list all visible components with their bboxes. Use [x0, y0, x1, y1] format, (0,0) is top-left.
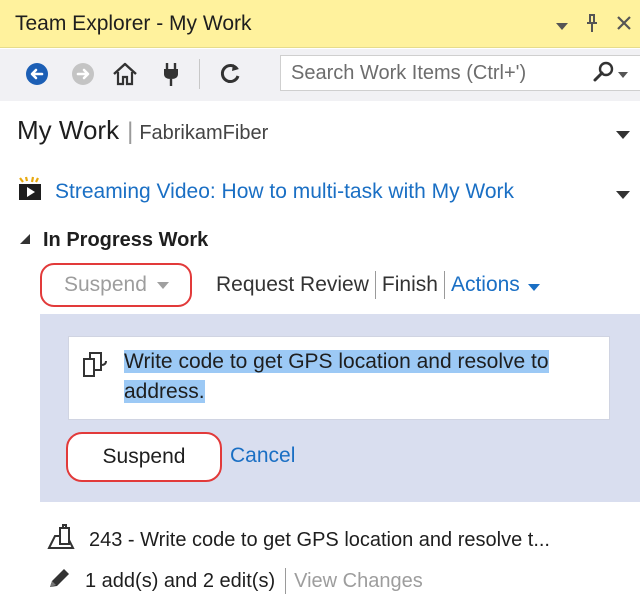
video-dropdown-icon[interactable]: [616, 186, 630, 204]
changes-row: 1 add(s) and 2 edit(s) View Changes: [47, 567, 423, 595]
actions-link[interactable]: Actions: [451, 273, 520, 297]
project-name: FabrikamFiber: [139, 122, 269, 144]
toolbar: [0, 49, 640, 101]
link-separator: [374, 271, 376, 299]
cancel-link[interactable]: Cancel: [230, 444, 295, 468]
collapse-triangle-icon[interactable]: [19, 232, 31, 250]
work-item-row[interactable]: 243 - Write code to get GPS location and…: [47, 524, 550, 556]
page-menu-dropdown-icon[interactable]: [616, 126, 630, 144]
link-separator: [443, 271, 445, 299]
finish-link[interactable]: Finish: [382, 273, 438, 297]
close-icon[interactable]: [616, 15, 632, 36]
refresh-icon[interactable]: [217, 61, 243, 87]
copy-pages-icon: [81, 351, 109, 384]
suspend-panel: Write code to get GPS location and resol…: [40, 314, 640, 502]
selected-text: Write code to get GPS location and resol…: [124, 350, 549, 403]
search-options[interactable]: [592, 61, 632, 88]
work-item-label: 243 - Write code to get GPS location and…: [89, 528, 550, 551]
video-icon: [17, 176, 45, 207]
title-bar: Team Explorer - My Work: [0, 0, 640, 48]
pin-icon[interactable]: [584, 13, 600, 38]
changes-separator: [285, 568, 287, 594]
suspend-description-text[interactable]: Write code to get GPS location and resol…: [124, 347, 594, 407]
title-bar-icons: [556, 13, 632, 38]
pencil-icon: [47, 567, 73, 595]
home-icon[interactable]: [112, 61, 138, 87]
view-changes-link[interactable]: View Changes: [294, 570, 423, 593]
search-box[interactable]: [280, 55, 640, 91]
in-progress-actions: Suspend Request Review Finish Actions: [40, 263, 540, 307]
chevron-down-icon: [156, 276, 169, 294]
video-link-label: Streaming Video: How to multi-task with …: [55, 179, 515, 203]
actions-dropdown-icon[interactable]: [527, 273, 540, 297]
forward-icon[interactable]: [70, 61, 96, 87]
section-title: In Progress Work: [43, 229, 209, 251]
work-item-icon: [47, 524, 77, 556]
search-icon[interactable]: [592, 61, 616, 88]
page-header: My Work | FabrikamFiber: [17, 115, 268, 146]
page-title: My Work: [17, 115, 120, 145]
connect-plug-icon[interactable]: [158, 61, 184, 87]
back-icon[interactable]: [24, 61, 50, 87]
suspend-button[interactable]: Suspend: [66, 432, 222, 482]
action-links: Request Review Finish Actions: [216, 271, 540, 299]
title-separator: |: [127, 118, 134, 145]
suspend-dropdown-label: Suspend: [64, 273, 147, 296]
changes-summary: 1 add(s) and 2 edit(s): [85, 569, 276, 592]
in-progress-section-header[interactable]: In Progress Work: [19, 229, 208, 252]
search-input[interactable]: [281, 56, 581, 90]
search-dropdown-icon[interactable]: [618, 65, 628, 83]
suspend-dropdown-button[interactable]: Suspend: [40, 263, 192, 307]
toolbar-separator: [199, 59, 200, 89]
suspend-description-box[interactable]: Write code to get GPS location and resol…: [68, 336, 610, 420]
window-title: Team Explorer - My Work: [15, 12, 252, 35]
window-menu-dropdown-icon[interactable]: [556, 15, 568, 36]
request-review-link[interactable]: Request Review: [216, 273, 369, 297]
streaming-video-link[interactable]: Streaming Video: How to multi-task with …: [17, 176, 514, 207]
